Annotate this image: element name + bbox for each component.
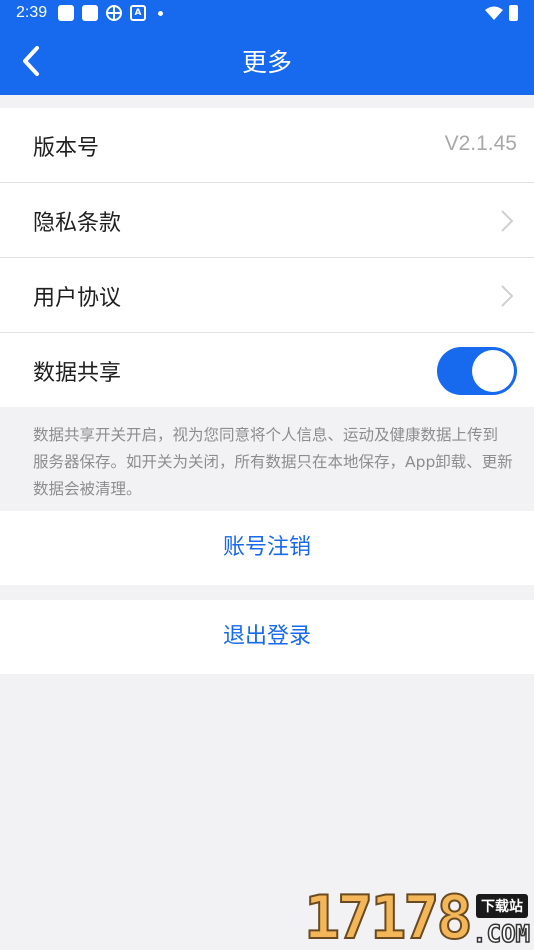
status-system-icons xyxy=(485,5,518,21)
data-sharing-label: 数据共享 xyxy=(33,361,122,386)
data-sharing-note: 数据共享开关开启，视为您同意将个人信息、运动及健康数据上传到服务器保存。如开关为… xyxy=(33,426,513,498)
logout-button[interactable]: 退出登录 xyxy=(0,600,534,674)
cancel-account-button[interactable]: 账号注销 xyxy=(0,511,534,585)
notification-square-icon xyxy=(58,5,74,21)
battery-icon xyxy=(509,5,518,21)
status-notification-icons: A xyxy=(58,5,163,21)
privacy-policy-label: 隐私条款 xyxy=(33,211,122,236)
chevron-right-icon xyxy=(501,210,514,232)
status-bar: 2:39 A xyxy=(0,0,534,28)
privacy-policy-row[interactable]: 隐私条款 xyxy=(0,183,534,258)
watermark-number: 17178 xyxy=(303,883,474,950)
version-value: V2.1.45 xyxy=(444,132,517,155)
version-label: 版本号 xyxy=(33,136,100,161)
data-sharing-row: 数据共享 xyxy=(0,333,534,407)
settings-list: 版本号 V2.1.45 隐私条款 用户协议 数据共享 xyxy=(0,108,534,407)
app-header: 2:39 A 更多 xyxy=(0,0,534,95)
notification-square-icon xyxy=(82,5,98,21)
user-agreement-label: 用户协议 xyxy=(33,286,122,311)
version-row: 版本号 V2.1.45 xyxy=(0,108,534,183)
toggle-knob xyxy=(472,350,514,392)
a-box-icon: A xyxy=(130,5,146,21)
watermark-domain: .COM xyxy=(471,919,530,949)
chevron-right-icon xyxy=(501,285,514,307)
watermark-logo: 17178 下载站 .COM xyxy=(303,883,531,950)
user-agreement-row[interactable]: 用户协议 xyxy=(0,258,534,333)
page-title: 更多 xyxy=(241,48,292,77)
watermark-badge: 下载站 xyxy=(476,894,528,918)
pinwheel-icon xyxy=(106,5,122,21)
wifi-icon xyxy=(485,6,503,20)
data-sharing-toggle[interactable] xyxy=(437,347,517,395)
dot-icon xyxy=(158,10,163,16)
status-time: 2:39 xyxy=(16,4,48,21)
